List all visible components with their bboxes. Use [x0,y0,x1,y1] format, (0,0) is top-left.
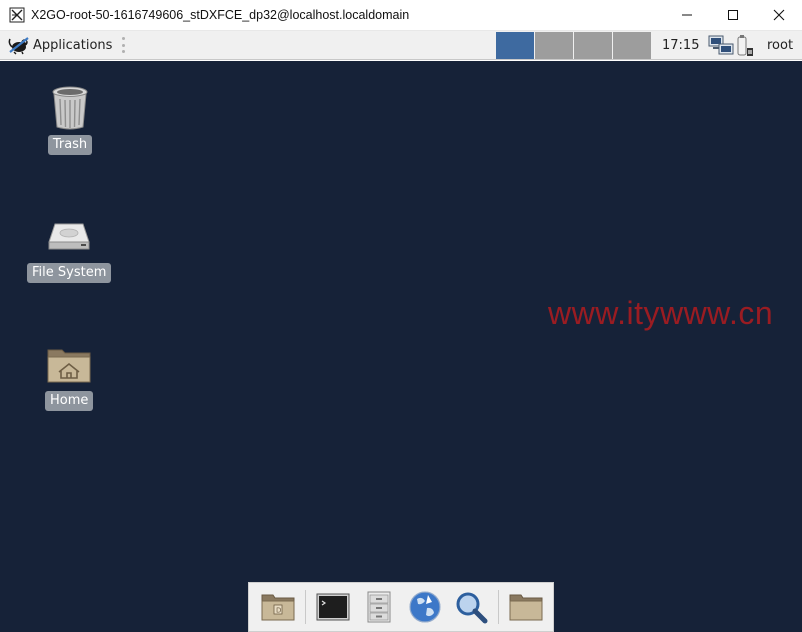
terminal-icon [316,593,350,621]
dock-item-web-browser[interactable] [402,587,448,627]
drive-icon [48,223,90,250]
dock-separator [305,590,306,624]
file-manager-icon [367,591,391,623]
network-icon[interactable] [708,34,736,58]
desktop-icon-label: Trash [47,135,93,155]
workspace-3[interactable] [574,32,612,59]
xfce-mouse-icon [8,37,29,55]
x2go-app-icon [9,7,25,23]
maximize-icon [728,10,738,20]
trash-icon [52,86,88,130]
desktop-icon-label: Home [45,391,94,411]
applications-menu-button[interactable]: Applications [0,31,132,59]
minimize-button[interactable] [664,0,710,30]
panel-grip-handle[interactable] [122,37,126,53]
dock-item-search[interactable] [448,587,494,627]
watermark-text: www.itywww.cn [548,295,774,331]
system-tray [708,33,758,58]
folder-icon [509,594,543,621]
power-manager-icon[interactable] [736,34,754,58]
workspace-switcher[interactable] [496,32,652,59]
desktop-icon-home[interactable]: Home [45,340,94,411]
desktop-area[interactable]: Trash File System Home www.itywww.cn D [0,61,802,632]
top-panel: Applications 17:15 root [0,31,802,60]
window-titlebar[interactable]: X2GO-root-50-1616749606_stDXFCE_dp32@loc… [0,0,802,31]
dock-item-file-manager[interactable] [356,587,402,627]
bottom-dock: D [248,582,554,632]
web-browser-icon [409,591,441,623]
dock-item-terminal[interactable] [310,587,356,627]
minimize-icon [682,14,692,16]
desktop-icon-file-system[interactable]: File System [27,212,112,283]
desktop-icon-trash[interactable]: Trash [46,84,94,155]
close-button[interactable] [756,0,802,30]
dock-item-desktop-folder[interactable]: D [255,587,301,627]
svg-text:D: D [276,607,281,615]
workspace-4[interactable] [613,32,651,59]
search-icon [456,592,488,624]
workspace-1[interactable] [496,32,534,59]
dock-separator [498,590,499,624]
applications-label: Applications [33,37,113,53]
desktop-folder-icon: D [261,594,295,621]
dock-item-folder[interactable] [503,587,549,627]
maximize-button[interactable] [710,0,756,30]
close-icon [773,9,785,21]
desktop-icon-label: File System [27,263,112,283]
panel-user-name[interactable]: root [767,31,793,60]
window-title: X2GO-root-50-1616749606_stDXFCE_dp32@loc… [31,8,410,22]
workspace-2[interactable] [535,32,573,59]
home-folder-icon [47,349,91,383]
panel-clock[interactable]: 17:15 [662,31,699,60]
